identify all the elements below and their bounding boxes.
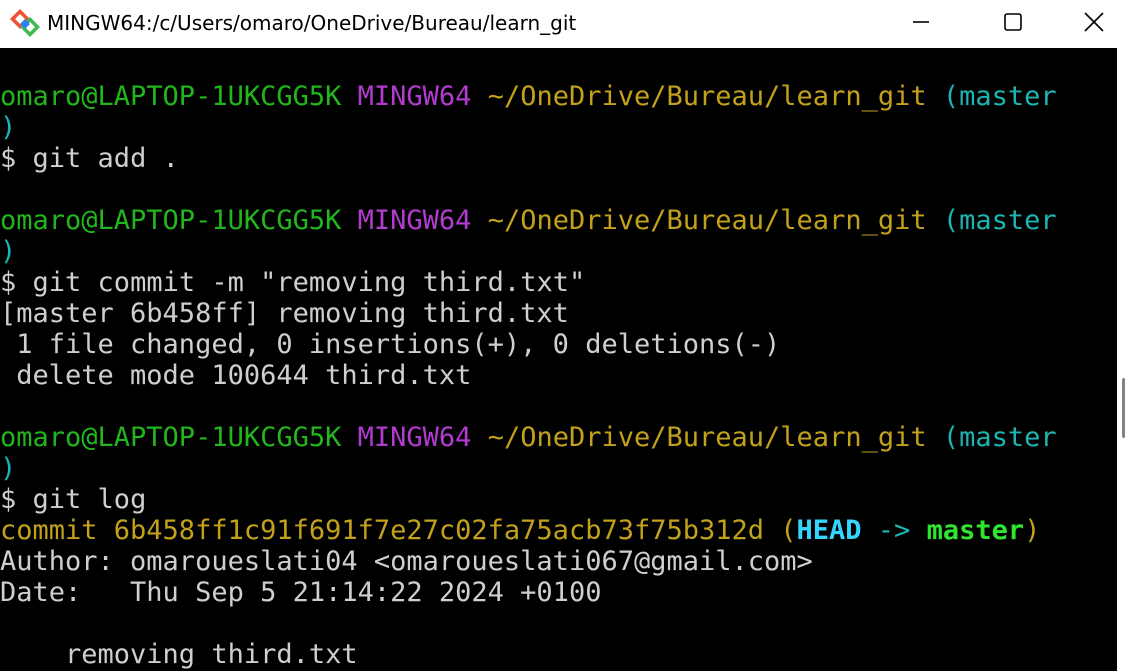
vertical-scrollbar[interactable]: [1117, 48, 1129, 671]
log-commit-hash: commit 6b458ff1c91f691f7e27c02fa75acb73f…: [0, 515, 797, 546]
prompt-shell: MINGW64: [357, 81, 472, 112]
terminal-output[interactable]: omaro@LAPTOP-1UKCGG5K MINGW64 ~/OneDrive…: [0, 48, 1117, 671]
log-message-line: removing third.txt: [0, 639, 358, 670]
prompt-symbol: $: [0, 267, 17, 298]
prompt-branch: (master: [942, 81, 1057, 112]
prompt-branch-close: ): [0, 112, 17, 143]
command-line: $ git add .: [0, 143, 179, 174]
prompt-branch-close: ): [0, 236, 17, 267]
minimize-button[interactable]: [875, 0, 967, 44]
prompt-path: ~/OneDrive/Bureau/learn_git: [487, 81, 927, 112]
log-branch-ref: master: [926, 515, 1025, 546]
close-button[interactable]: [1059, 0, 1129, 44]
command-text: git commit -m "removing third.txt": [32, 267, 586, 298]
prompt-line: omaro@LAPTOP-1UKCGG5K MINGW64 ~/OneDrive…: [0, 422, 1057, 453]
prompt-path: ~/OneDrive/Bureau/learn_git: [487, 205, 927, 236]
git-bash-window: MINGW64:/c/Users/omaro/OneDrive/Bureau/l…: [0, 0, 1129, 671]
command-line: $ git commit -m "removing third.txt": [0, 267, 585, 298]
git-bash-icon[interactable]: [8, 7, 42, 39]
prompt-user-host: omaro@LAPTOP-1UKCGG5K: [0, 422, 342, 453]
command-text: git add .: [32, 143, 179, 174]
output-line: [master 6b458ff] removing third.txt: [0, 298, 569, 329]
prompt-user-host: omaro@LAPTOP-1UKCGG5K: [0, 81, 342, 112]
scrollbar-thumb[interactable]: [1122, 378, 1125, 438]
maximize-icon: [1004, 13, 1022, 31]
prompt-symbol: $: [0, 143, 17, 174]
prompt-shell: MINGW64: [357, 205, 472, 236]
prompt-branch: (master: [942, 422, 1057, 453]
command-text: git log: [32, 484, 147, 515]
output-line: 1 file changed, 0 insertions(+), 0 delet…: [0, 329, 781, 360]
log-arrow: ->: [861, 515, 927, 546]
title-bar[interactable]: MINGW64:/c/Users/omaro/OneDrive/Bureau/l…: [0, 0, 1129, 48]
log-commit-line: commit 6b458ff1c91f691f7e27c02fa75acb73f…: [0, 515, 1040, 546]
prompt-line: omaro@LAPTOP-1UKCGG5K MINGW64 ~/OneDrive…: [0, 205, 1057, 236]
command-line: $ git log: [0, 484, 146, 515]
log-date-line: Date: Thu Sep 5 21:14:22 2024 +0100: [0, 577, 602, 608]
log-author-line: Author: omaroueslati04 <omaroueslati067@…: [0, 546, 813, 577]
prompt-line: omaro@LAPTOP-1UKCGG5K MINGW64 ~/OneDrive…: [0, 81, 1057, 112]
log-head-ref: HEAD: [796, 515, 862, 546]
window-title: MINGW64:/c/Users/omaro/OneDrive/Bureau/l…: [47, 11, 577, 35]
prompt-shell: MINGW64: [357, 422, 472, 453]
prompt-symbol: $: [0, 484, 17, 515]
prompt-path: ~/OneDrive/Bureau/learn_git: [487, 422, 927, 453]
close-icon: [1084, 12, 1104, 32]
prompt-branch-close: ): [0, 453, 17, 484]
log-commit-suffix: ): [1024, 515, 1041, 546]
prompt-user-host: omaro@LAPTOP-1UKCGG5K: [0, 205, 342, 236]
output-line: delete mode 100644 third.txt: [0, 360, 472, 391]
maximize-button[interactable]: [967, 0, 1059, 44]
minimize-icon: [913, 21, 929, 23]
prompt-branch: (master: [942, 205, 1057, 236]
